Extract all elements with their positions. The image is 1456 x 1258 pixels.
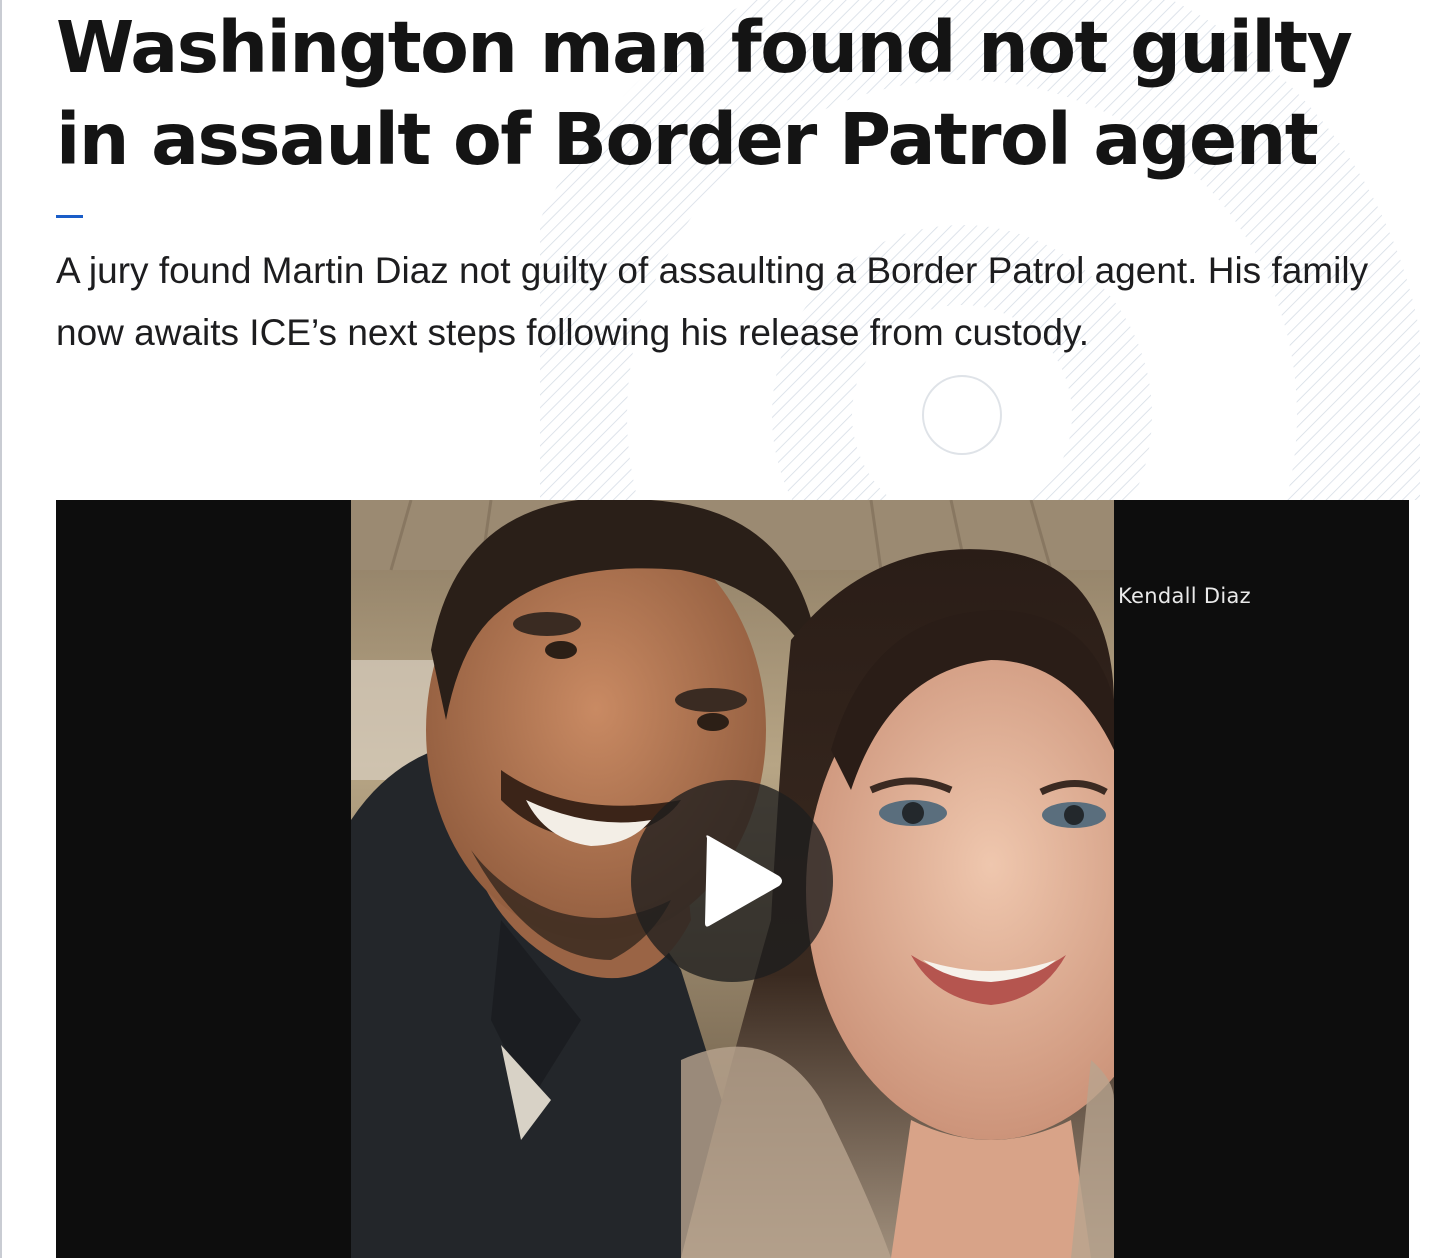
article-summary: A jury found Martin Diaz not guilty of a… bbox=[56, 250, 1369, 353]
photo-credit: Kendall Diaz bbox=[1118, 584, 1251, 608]
video-player[interactable]: Kendall Diaz bbox=[56, 500, 1409, 1258]
accent-divider bbox=[56, 215, 83, 218]
page-left-border bbox=[0, 0, 2, 1258]
play-icon bbox=[705, 835, 782, 927]
article-headline: Washington man found not guilty in assau… bbox=[56, 6, 1353, 181]
play-button[interactable] bbox=[631, 780, 833, 982]
